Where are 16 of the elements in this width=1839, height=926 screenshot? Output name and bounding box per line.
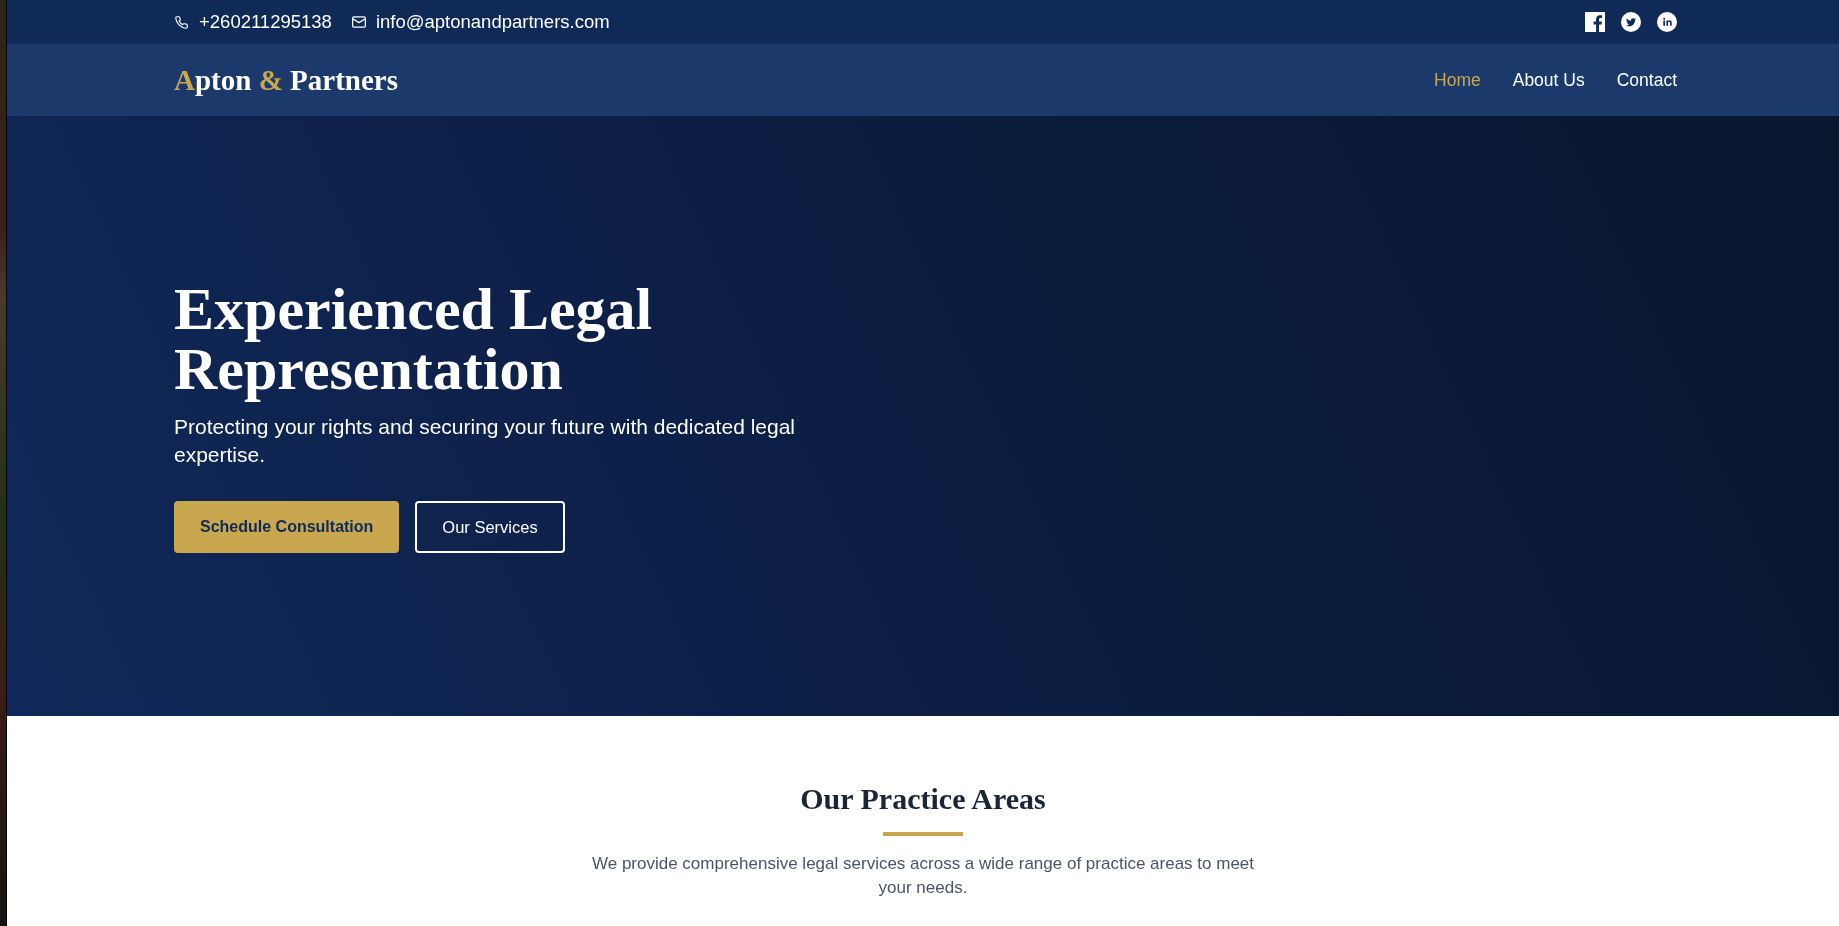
mail-icon bbox=[351, 16, 366, 28]
phone-number[interactable]: +260211295138 bbox=[199, 11, 332, 33]
services-button[interactable]: Our Services bbox=[415, 501, 565, 553]
logo[interactable]: Apton & Partners bbox=[174, 62, 398, 98]
section-description: We provide comprehensive legal services across a wide range of practice areas to meet your needs. bbox=[590, 853, 1256, 899]
phone-icon bbox=[174, 14, 189, 30]
facebook-icon[interactable] bbox=[1585, 12, 1605, 32]
section-title: Our Practice Areas bbox=[800, 781, 1046, 817]
email-address[interactable]: info@aptonandpartners.com bbox=[375, 11, 610, 33]
nav-link[interactable]: Home bbox=[1434, 69, 1481, 91]
nav-link[interactable]: Contact bbox=[1616, 69, 1677, 91]
nav-link[interactable]: About Us bbox=[1512, 69, 1585, 91]
schedule-button[interactable]: Schedule Consultation bbox=[174, 501, 400, 553]
hero-subtitle: Protecting your rights and securing your future with dedicated legal expertise. bbox=[174, 414, 797, 468]
linkedin-icon[interactable] bbox=[1657, 12, 1677, 32]
twitter-icon[interactable] bbox=[1621, 12, 1641, 32]
